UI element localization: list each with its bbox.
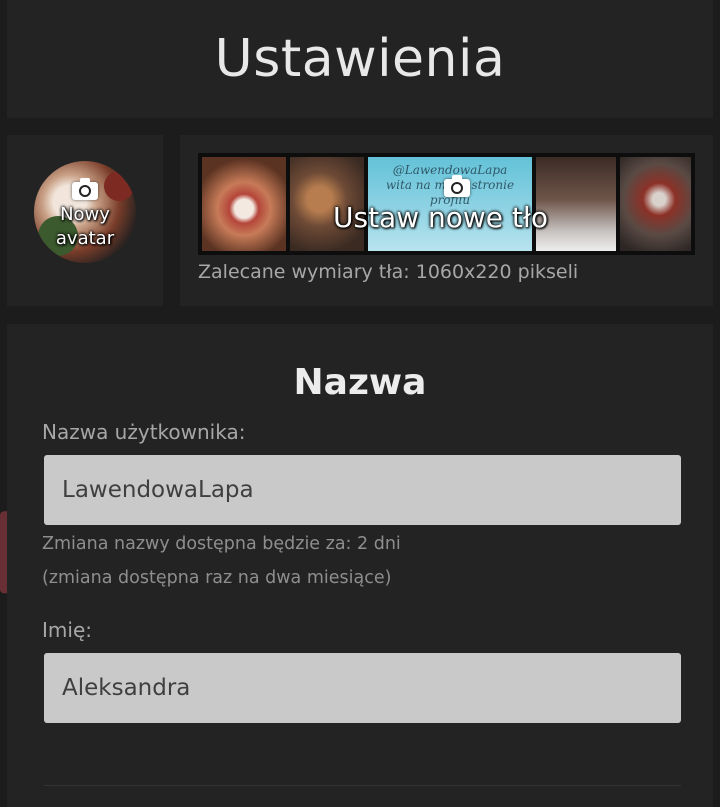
camera-icon [72, 178, 98, 200]
avatar-panel: Nowy avatar [7, 135, 163, 306]
background-panel: @LawendowaLapa wita na mojej stronie pro… [180, 135, 713, 306]
camera-icon [444, 175, 470, 197]
avatar-photo-decoration [104, 171, 134, 201]
first-name-field[interactable] [44, 653, 681, 723]
background-upload-button[interactable]: @LawendowaLapa wita na mojej stronie pro… [198, 153, 695, 255]
name-form-panel: Nazwa Nazwa użytkownika: Zmiana nazwy do… [7, 324, 713, 807]
first-name-label: Imię: [42, 618, 92, 642]
avatar-label: Nowy avatar [55, 204, 115, 249]
avatar-upload-button[interactable]: Nowy avatar [34, 161, 136, 263]
page-title: Ustawienia [214, 29, 506, 89]
username-label: Nazwa użytkownika: [42, 420, 246, 444]
username-change-hint: Zmiana nazwy dostępna będzie za: 2 dni [42, 534, 401, 554]
username-field[interactable] [44, 455, 681, 525]
page-header: Ustawienia [7, 0, 713, 118]
background-label: Ustaw nowe tło [333, 201, 548, 234]
background-size-hint: Zalecane wymiary tła: 1060x220 pikseli [198, 261, 579, 283]
divider [44, 785, 681, 786]
section-title: Nazwa [293, 362, 427, 403]
username-change-frequency: (zmiana dostępna raz na dwa miesiące) [42, 568, 392, 588]
